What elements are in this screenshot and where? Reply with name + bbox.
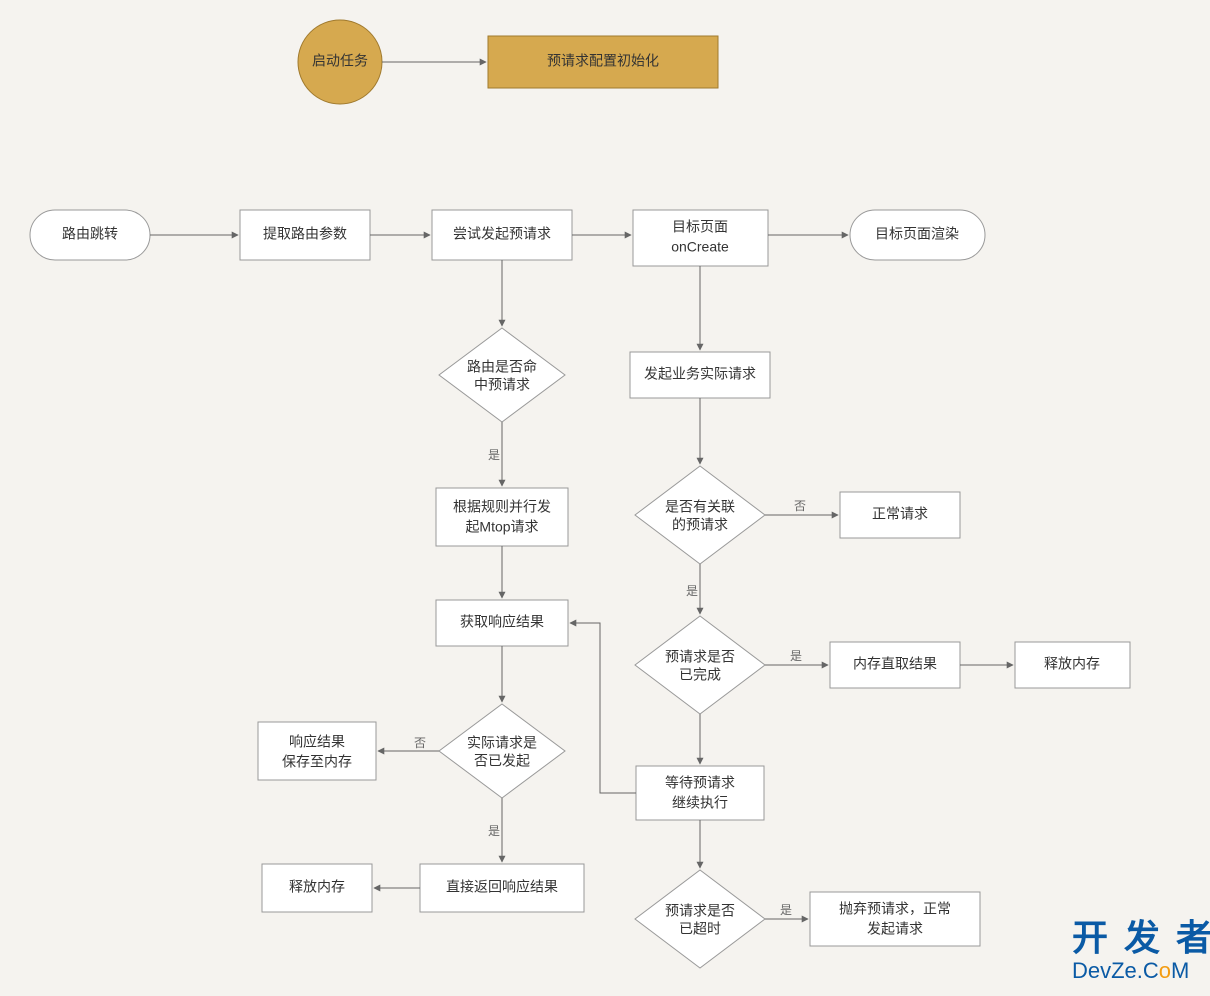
label-mem-get: 内存直取结果 xyxy=(853,656,937,672)
label-route-hit-l2: 中预请求 xyxy=(474,377,530,393)
node-free-mem-right: 释放内存 xyxy=(1015,642,1130,688)
node-extract-params: 提取路由参数 xyxy=(240,210,370,260)
label-get-resp: 获取响应结果 xyxy=(460,614,544,630)
node-normal-req: 正常请求 xyxy=(840,492,960,538)
label-free-mem-right: 释放内存 xyxy=(1044,656,1100,672)
label-actual-fired-l1: 实际请求是 xyxy=(467,735,537,751)
label-save-mem-l1: 响应结果 xyxy=(289,734,345,750)
node-try-prereq: 尝试发起预请求 xyxy=(432,210,572,260)
node-fire-biz: 发起业务实际请求 xyxy=(630,352,770,398)
node-actual-fired-decision: 实际请求是 否已发起 xyxy=(439,704,565,798)
node-init-config: 预请求配置初始化 xyxy=(488,36,718,88)
label-try-prereq: 尝试发起预请求 xyxy=(453,226,551,242)
edge-label-yes-4: 是 xyxy=(790,649,802,663)
node-route-hit-decision: 路由是否命 中预请求 xyxy=(439,328,565,422)
node-target-render: 目标页面渲染 xyxy=(850,210,985,260)
node-timeout-decision: 预请求是否 已超时 xyxy=(635,870,765,968)
label-return-resp: 直接返回响应结果 xyxy=(446,879,558,895)
edge-wait-to-getresp xyxy=(570,623,636,793)
edge-label-no-1: 否 xyxy=(414,736,426,750)
label-route-hit-l1: 路由是否命 xyxy=(467,359,537,375)
node-mem-get: 内存直取结果 xyxy=(830,642,960,688)
node-discard: 抛弃预请求，正常 发起请求 xyxy=(810,892,980,946)
label-wait-l1: 等待预请求 xyxy=(665,775,735,791)
label-oncreate-l2: onCreate xyxy=(671,239,729,255)
label-prereq-done-l1: 预请求是否 xyxy=(665,649,735,665)
node-return-resp: 直接返回响应结果 xyxy=(420,864,584,912)
label-target-render: 目标页面渲染 xyxy=(875,226,959,242)
edge-label-yes-5: 是 xyxy=(780,903,792,917)
label-route-jump: 路由跳转 xyxy=(62,226,118,242)
node-save-mem: 响应结果 保存至内存 xyxy=(258,722,376,780)
label-discard-l2: 发起请求 xyxy=(867,921,923,937)
label-has-linked-l1: 是否有关联 xyxy=(665,499,735,515)
edge-label-yes-1: 是 xyxy=(488,448,500,462)
node-route-jump: 路由跳转 xyxy=(30,210,150,260)
edge-label-yes-2: 是 xyxy=(488,824,500,838)
watermark-line1: 开 发 者 xyxy=(1072,917,1210,958)
label-normal-req: 正常请求 xyxy=(872,506,928,522)
label-timeout-l1: 预请求是否 xyxy=(665,903,735,919)
label-timeout-l2: 已超时 xyxy=(679,921,721,937)
label-free-mem-left: 释放内存 xyxy=(289,879,345,895)
label-has-linked-l2: 的预请求 xyxy=(672,517,728,533)
edge-label-yes-3: 是 xyxy=(686,584,698,598)
node-has-linked-decision: 是否有关联 的预请求 xyxy=(635,466,765,564)
flowchart-canvas: 启动任务 预请求配置初始化 路由跳转 提取路由参数 尝试发起预请求 目标页面 o… xyxy=(0,0,1210,996)
label-actual-fired-l2: 否已发起 xyxy=(474,753,530,769)
node-get-resp: 获取响应结果 xyxy=(436,600,568,646)
label-start-task: 启动任务 xyxy=(312,53,368,69)
node-mtop: 根据规则并行发 起Mtop请求 xyxy=(436,488,568,546)
label-mtop-l2: 起Mtop请求 xyxy=(465,519,538,535)
label-discard-l1: 抛弃预请求，正常 xyxy=(839,901,951,917)
label-save-mem-l2: 保存至内存 xyxy=(282,754,352,770)
label-fire-biz: 发起业务实际请求 xyxy=(644,366,756,382)
label-oncreate-l1: 目标页面 xyxy=(672,219,728,235)
node-free-mem-left: 释放内存 xyxy=(262,864,372,912)
watermark-line2: DevZe.CoM xyxy=(1072,958,1189,983)
node-wait-prereq: 等待预请求 继续执行 xyxy=(636,766,764,820)
node-target-oncreate: 目标页面 onCreate xyxy=(633,210,768,266)
watermark-logo: 开 发 者 DevZe.CoM xyxy=(1072,917,1210,983)
label-wait-l2: 继续执行 xyxy=(672,795,728,811)
label-prereq-done-l2: 已完成 xyxy=(679,667,721,683)
edge-label-no-2: 否 xyxy=(794,499,806,513)
label-mtop-l1: 根据规则并行发 xyxy=(453,499,551,515)
label-init-config: 预请求配置初始化 xyxy=(547,53,659,69)
label-extract-params: 提取路由参数 xyxy=(263,226,347,242)
node-start-task: 启动任务 xyxy=(298,20,382,104)
node-prereq-done-decision: 预请求是否 已完成 xyxy=(635,616,765,714)
